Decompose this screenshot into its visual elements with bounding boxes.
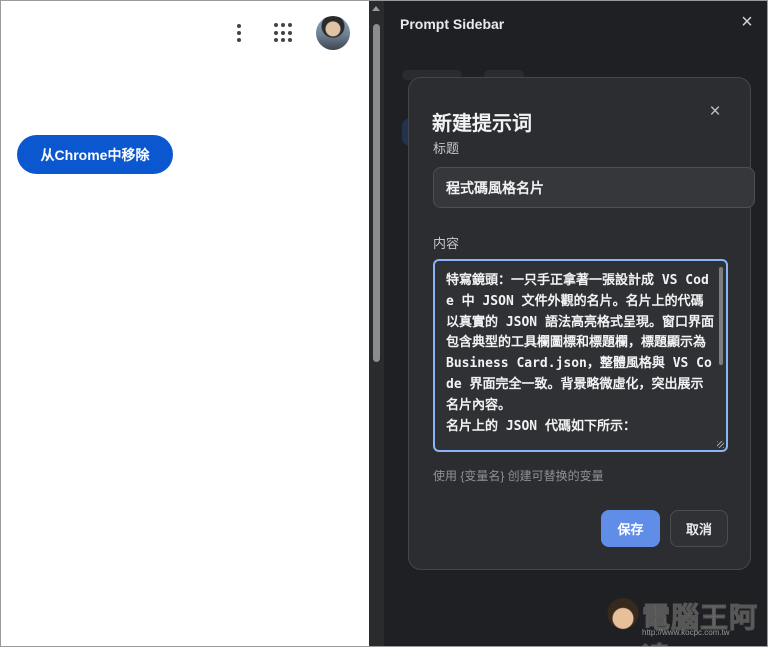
sidebar-title: Prompt Sidebar	[400, 16, 505, 32]
content-label: 内容	[433, 236, 460, 251]
content-text[interactable]: 特寫鏡頭：一只手正拿著一張設計成 VS Code 中 JSON 文件外觀的名片。…	[446, 271, 714, 437]
profile-avatar[interactable]	[316, 16, 350, 50]
prompt-sidebar-panel: Prompt Sidebar × 新建提示词 × 标题 内容 特寫鏡頭：一只手正…	[384, 0, 768, 647]
watermark-logo: 電腦王阿達 http://www.kocpc.com.tw	[606, 596, 762, 647]
mascot-face-icon	[606, 598, 640, 632]
save-button[interactable]: 保存	[601, 510, 660, 547]
cancel-button[interactable]: 取消	[670, 510, 728, 547]
dialog-close-icon[interactable]: ×	[705, 102, 725, 122]
web-page: 从Chrome中移除	[0, 0, 369, 647]
new-prompt-dialog: 新建提示词 × 标题 内容 特寫鏡頭：一只手正拿著一張設計成 VS Code 中…	[408, 77, 755, 570]
watermark-url: http://www.kocpc.com.tw	[642, 628, 730, 637]
resize-handle-icon[interactable]	[717, 441, 724, 448]
watermark-text: 電腦王阿達	[642, 601, 759, 647]
scroll-up-arrow-icon[interactable]	[372, 6, 380, 11]
title-label: 标题	[433, 141, 460, 156]
content-textarea[interactable]: 特寫鏡頭：一只手正拿著一張設計成 VS Code 中 JSON 文件外觀的名片。…	[433, 259, 728, 452]
more-menu-icon[interactable]	[229, 22, 249, 44]
apps-grid-icon[interactable]	[274, 23, 294, 43]
title-input[interactable]	[433, 167, 755, 208]
dialog-title: 新建提示词	[432, 113, 532, 135]
variable-hint: 使用 {变量名} 创建可替换的变量	[433, 469, 604, 483]
page-scrollbar-thumb[interactable]	[373, 24, 380, 362]
sidebar-close-icon[interactable]: ×	[738, 12, 756, 32]
remove-from-chrome-button[interactable]: 从Chrome中移除	[17, 135, 173, 174]
textarea-scrollbar[interactable]	[719, 267, 723, 365]
